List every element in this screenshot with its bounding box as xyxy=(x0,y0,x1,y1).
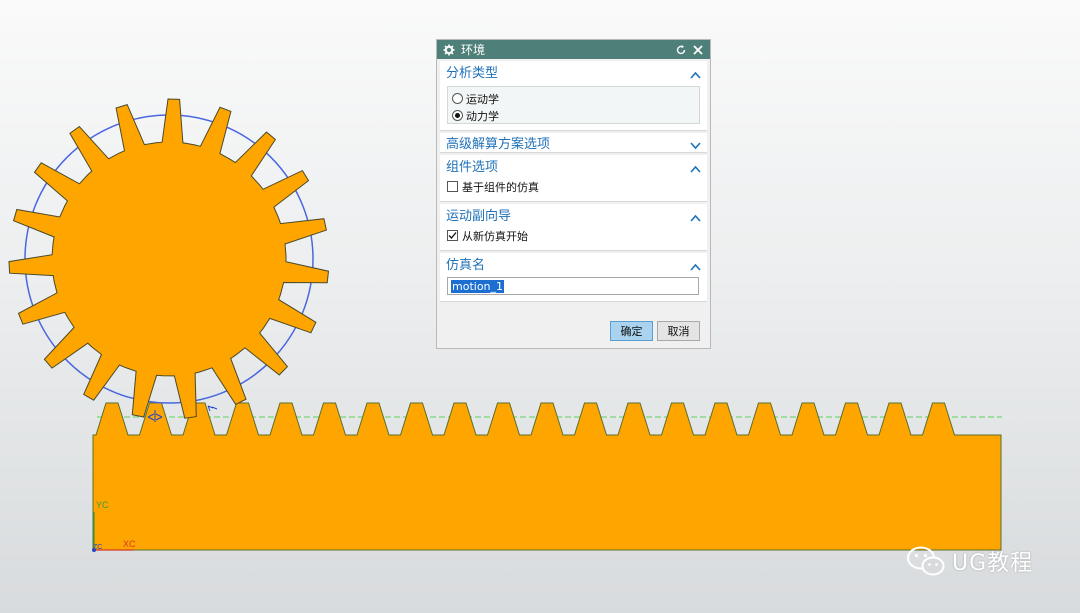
chevron-up-icon[interactable] xyxy=(690,68,701,79)
yc-axis-label: YC xyxy=(96,500,109,510)
analysis-type-header[interactable]: 分析类型 xyxy=(440,61,707,82)
dialog-footer: 确定 取消 xyxy=(437,314,710,348)
watermark-text: UG教程 xyxy=(952,551,1034,576)
wechat-icon xyxy=(907,546,945,576)
advanced-solution-panel: 高级解算方案选项 xyxy=(440,133,707,153)
analysis-type-label: 分析类型 xyxy=(446,66,499,81)
chevron-up-icon[interactable] xyxy=(690,162,701,173)
component-sim-label: 基于组件的仿真 xyxy=(462,180,539,194)
chevron-down-icon[interactable] xyxy=(690,139,701,149)
analysis-type-group: 运动学 动力学 xyxy=(447,86,700,124)
chevron-up-icon[interactable] xyxy=(690,260,701,271)
joint-wizard-header[interactable]: 运动副向导 xyxy=(440,204,707,225)
rack-part[interactable] xyxy=(92,402,1002,551)
radio-unchecked-icon[interactable] xyxy=(452,93,463,104)
sim-name-label: 仿真名 xyxy=(446,258,486,273)
component-options-header[interactable]: 组件选项 xyxy=(440,155,707,176)
joint-wizard-panel: 运动副向导 从新仿真开始 xyxy=(440,204,707,251)
gear-icon xyxy=(443,44,455,56)
sim-name-header[interactable]: 仿真名 xyxy=(440,253,707,274)
component-options-panel: 组件选项 基于组件的仿真 xyxy=(440,155,707,202)
reset-icon[interactable] xyxy=(675,44,687,56)
close-icon[interactable] xyxy=(692,44,704,56)
sim-name-input[interactable]: motion_1 xyxy=(447,277,699,295)
component-sim-checkbox[interactable]: 基于组件的仿真 xyxy=(447,178,700,195)
kinematics-radio[interactable]: 运动学 xyxy=(452,90,695,107)
gear-part[interactable] xyxy=(8,98,330,419)
dynamics-radio[interactable]: 动力学 xyxy=(452,107,695,124)
dialog-title: 环境 xyxy=(461,43,486,57)
component-options-label: 组件选项 xyxy=(446,160,499,175)
checkbox-unchecked-icon[interactable] xyxy=(447,181,458,192)
zc-axis-label: ZC xyxy=(93,544,102,551)
joint-wizard-label: 运动副向导 xyxy=(446,209,512,224)
analysis-type-panel: 分析类型 运动学 动力学 xyxy=(440,61,707,131)
advanced-solution-label: 高级解算方案选项 xyxy=(446,137,551,152)
sim-name-panel: 仿真名 motion_1 xyxy=(440,253,707,302)
new-sim-label: 从新仿真开始 xyxy=(462,229,528,243)
kinematics-label: 运动学 xyxy=(466,92,499,106)
ok-button[interactable]: 确定 xyxy=(610,321,653,341)
watermark: UG教程 xyxy=(906,545,1033,577)
checkbox-checked-icon[interactable] xyxy=(447,230,458,241)
environment-dialog: 环境 分析类型 运动学 动力学 高级解算方案选项 组件选项 基于组件的仿真 运动… xyxy=(436,39,711,349)
advanced-solution-header[interactable]: 高级解算方案选项 xyxy=(440,133,707,152)
cancel-button[interactable]: 取消 xyxy=(657,321,700,341)
new-sim-checkbox[interactable]: 从新仿真开始 xyxy=(447,227,700,244)
dynamics-label: 动力学 xyxy=(466,109,499,123)
chevron-up-icon[interactable] xyxy=(690,211,701,222)
sim-name-value: motion_1 xyxy=(451,279,505,293)
xc-axis-label: XC xyxy=(123,539,136,549)
dialog-titlebar[interactable]: 环境 xyxy=(437,40,710,59)
radio-checked-icon[interactable] xyxy=(452,110,463,121)
